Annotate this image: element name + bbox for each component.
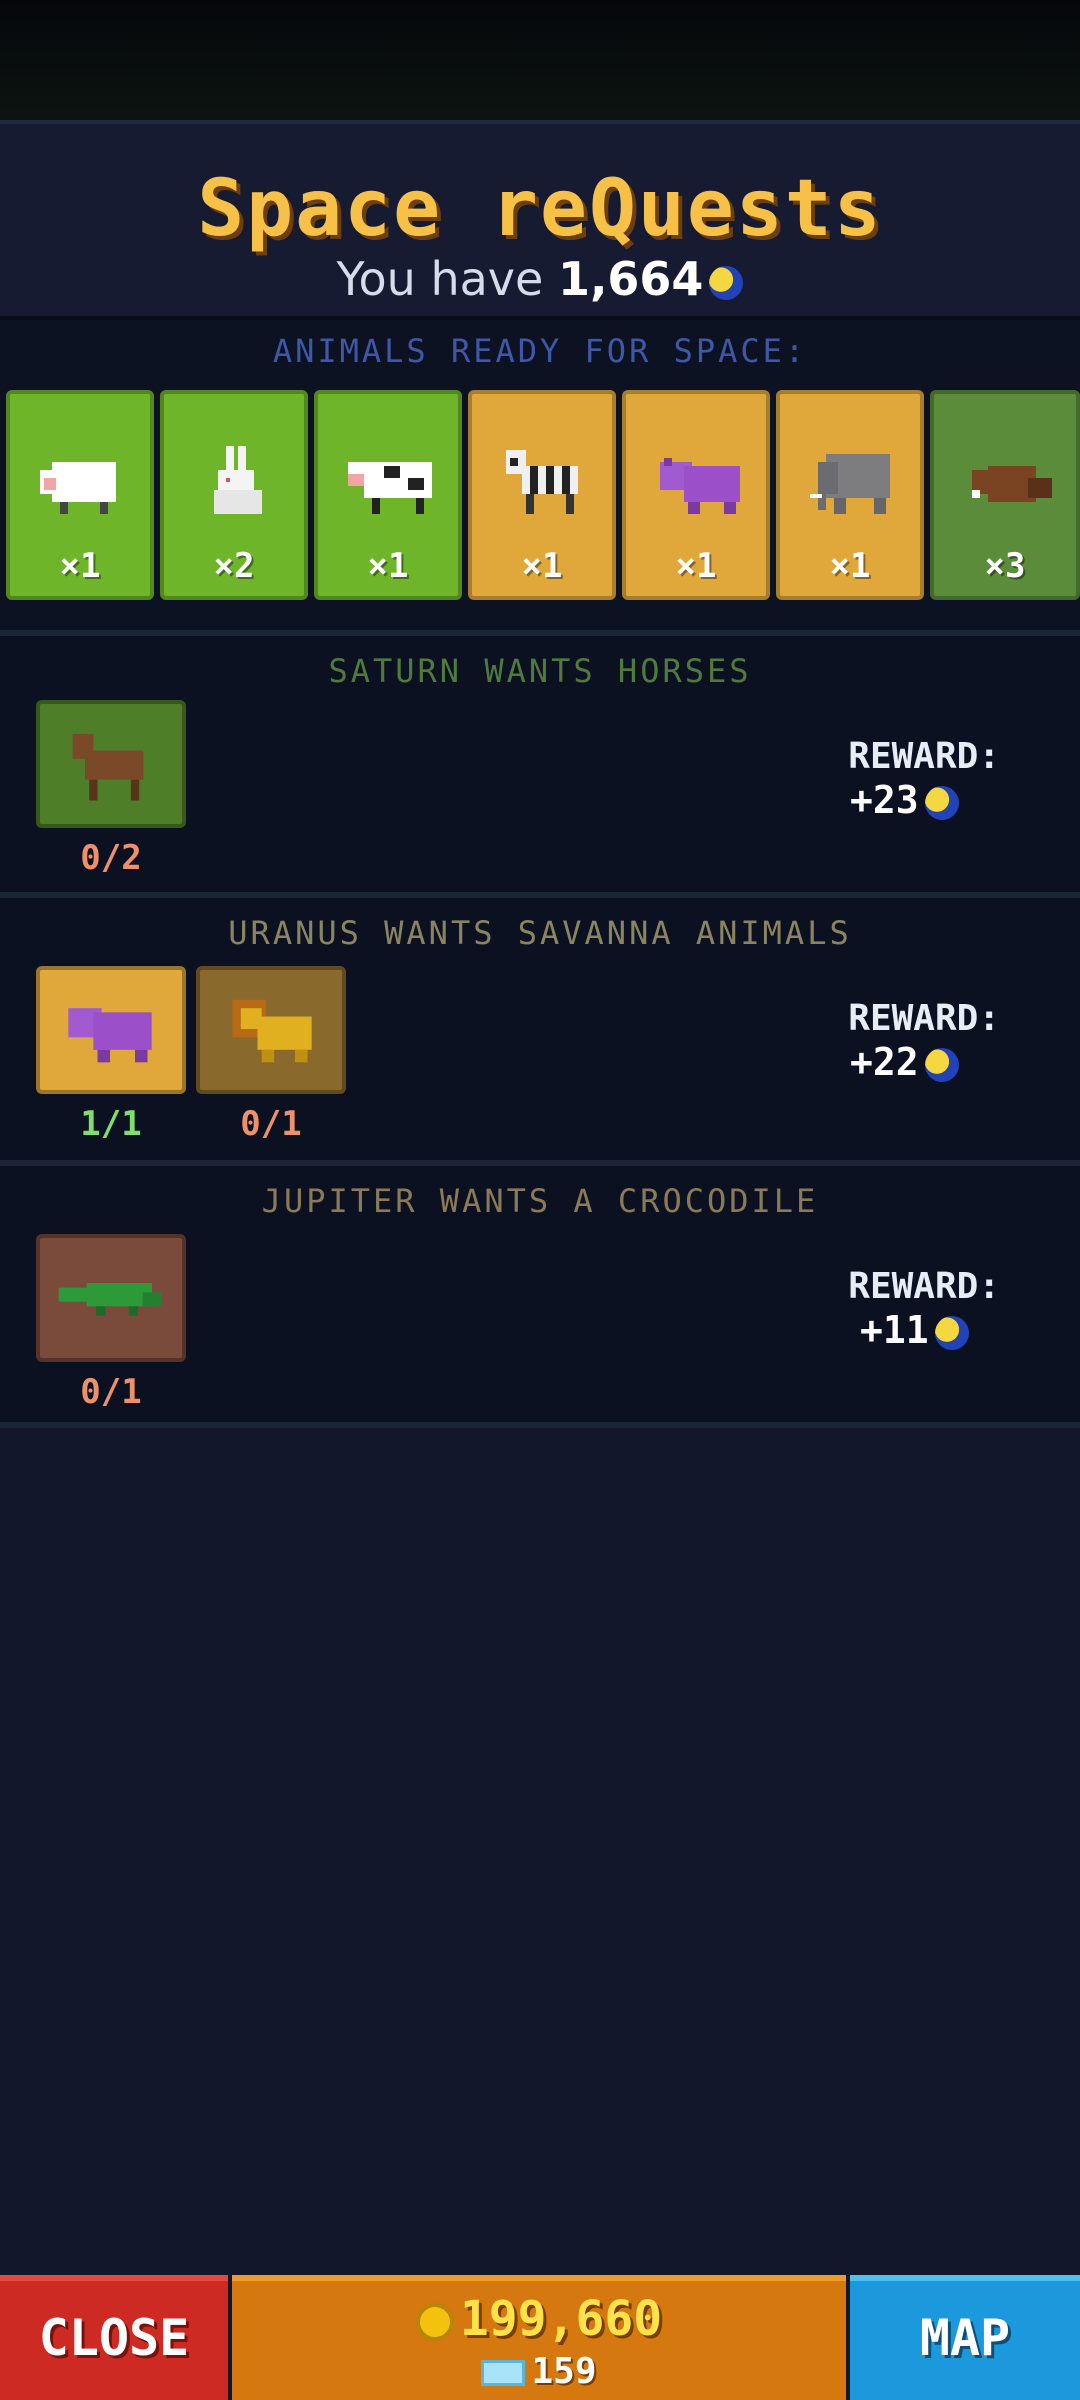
quest-title: JUPITER WANTS A CROCODILE (261, 1182, 819, 1220)
ready-count: ×1 (521, 546, 563, 586)
ready-count: ×2 (213, 546, 255, 586)
ready-card-rabbit[interactable]: ×2 (160, 390, 308, 600)
ready-animals-title: ANIMALS READY FOR SPACE: (272, 332, 808, 370)
page-title: Space reQuests (197, 164, 883, 254)
reward-value: +23 (850, 778, 959, 822)
ready-count: ×1 (59, 546, 101, 586)
reward-amount: +23 (850, 778, 919, 822)
cow-icon (348, 462, 432, 514)
reward-amount: +11 (860, 1308, 929, 1352)
gem-balance: 159 (232, 2351, 846, 2392)
reward-label: REWARD: (848, 736, 1000, 777)
currency-panel[interactable]: 199,660 159 (232, 2275, 846, 2400)
reward-value: +22 (850, 1040, 959, 1084)
quest-title: URANUS WANTS SAVANNA ANIMALS (228, 914, 852, 952)
crocodile-icon (58, 1283, 162, 1316)
balance-line: You have 1,664 (0, 252, 1080, 306)
sheep-icon (40, 462, 116, 514)
coin-balance: 199,660 (232, 2291, 846, 2347)
quest-progress: 1/1 (80, 1104, 142, 1144)
quest-item-horse[interactable] (36, 700, 186, 828)
header: Space reQuests You have 1,664 (0, 120, 1080, 320)
ready-card-cow[interactable]: ×1 (314, 390, 462, 600)
ready-card-hippo[interactable]: ×1 (622, 390, 770, 600)
moon-coin-icon (709, 265, 744, 300)
moon-coin-icon (934, 1315, 969, 1350)
bottom-bar: CLOSE 199,660 159 MAP (0, 2275, 1080, 2400)
quest-jupiter: JUPITER WANTS A CROCODILE 0/1 REWARD: +1… (0, 1160, 1080, 1428)
ready-count: ×3 (984, 546, 1026, 586)
gem-icon (481, 2360, 526, 2386)
map-button[interactable]: MAP (850, 2275, 1080, 2400)
reward-amount: +22 (850, 1040, 919, 1084)
lion-icon (232, 999, 312, 1063)
zebra-icon (506, 450, 578, 514)
ready-count: ×1 (675, 546, 717, 586)
ready-card-beaver[interactable]: ×3 (930, 390, 1080, 600)
gem-amount: 159 (531, 2351, 597, 2392)
ready-card-elephant[interactable]: ×1 (776, 390, 924, 600)
moon-coin-icon (924, 785, 959, 820)
ready-card-zebra[interactable]: ×1 (468, 390, 616, 600)
reward-label: REWARD: (848, 1266, 1000, 1307)
rabbit-icon (214, 446, 262, 514)
coin-icon (415, 2303, 454, 2341)
quest-title: SATURN WANTS HORSES (328, 652, 752, 690)
close-button[interactable]: CLOSE (0, 2275, 228, 2400)
ready-card-sheep[interactable]: ×1 (6, 390, 154, 600)
reward-label: REWARD: (848, 998, 1000, 1039)
quest-item-hippo[interactable] (36, 966, 186, 1094)
reward-value: +11 (860, 1308, 969, 1352)
hippo-icon (660, 458, 740, 514)
quest-progress: 0/1 (80, 1372, 142, 1412)
coin-amount: 199,660 (459, 2291, 663, 2347)
horse-icon (72, 733, 144, 801)
balance-prefix: You have (336, 252, 544, 306)
quest-saturn: SATURN WANTS HORSES 0/2 REWARD: +23 (0, 630, 1080, 892)
quest-item-lion[interactable] (196, 966, 346, 1094)
status-area (0, 0, 1080, 120)
quest-progress: 0/1 (240, 1104, 302, 1144)
ready-count: ×1 (829, 546, 871, 586)
balance-amount: 1,664 (557, 252, 704, 306)
hippo-icon (68, 1008, 152, 1063)
ready-count: ×1 (367, 546, 409, 586)
quest-progress: 0/2 (80, 838, 142, 878)
quest-uranus: URANUS WANTS SAVANNA ANIMALS 1/1 0/1 REW… (0, 892, 1080, 1160)
quest-item-crocodile[interactable] (36, 1234, 186, 1362)
elephant-icon (810, 454, 890, 514)
beaver-icon (972, 466, 1052, 502)
moon-coin-icon (924, 1047, 959, 1082)
